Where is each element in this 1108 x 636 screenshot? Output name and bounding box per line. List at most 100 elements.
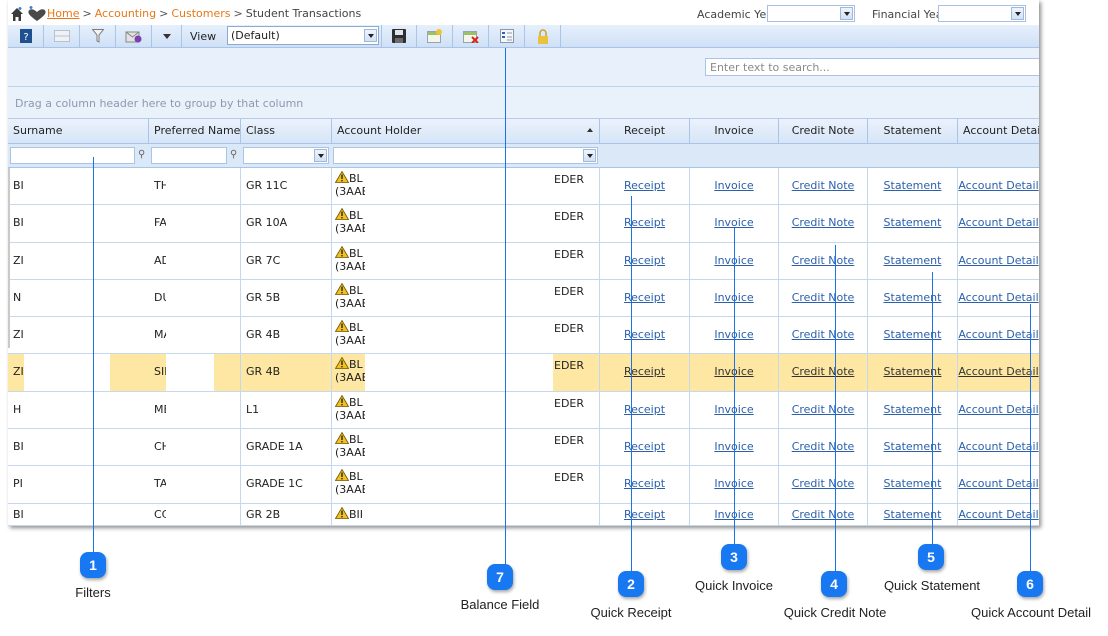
financial-year-select[interactable] — [938, 5, 1026, 22]
new-view-button[interactable] — [417, 25, 453, 47]
account-detail-link[interactable]: Account Detail — [958, 440, 1038, 453]
breadcrumb-separator: > — [159, 7, 169, 20]
credit-note-link[interactable]: Credit Note — [792, 179, 855, 192]
column-header-surname[interactable]: Surname — [8, 119, 149, 143]
callout-label-2: Quick Receipt — [590, 605, 672, 620]
credit-note-link[interactable]: Credit Note — [792, 403, 855, 416]
credit-note-link[interactable]: Credit Note — [792, 254, 855, 267]
account-detail-link[interactable]: Account Detail — [958, 508, 1038, 521]
preferred-name-filter-input[interactable] — [151, 147, 227, 164]
table-row[interactable]: BI FA GR 10A BL (3AAB EDER Receipt Invoice Credi… — [8, 205, 1039, 243]
redaction — [166, 354, 214, 391]
column-header-account-detail[interactable]: Account Detail — [958, 119, 1039, 143]
receipt-cell: Receipt — [600, 466, 690, 503]
receipt-cell: Receipt — [600, 429, 690, 465]
table-row[interactable]: BICCGR 2BBIIReceiptInvoiceCredit NoteSta… — [8, 504, 1039, 526]
email-button[interactable] — [116, 25, 152, 47]
credit-note-link[interactable]: Credit Note — [792, 365, 855, 378]
column-header-account-holder[interactable]: Account Holder — [332, 119, 600, 143]
group-by-panel[interactable]: Drag a column header here to group by th… — [8, 87, 1039, 119]
account-detail-link[interactable]: Account Detail — [958, 365, 1038, 378]
chevron-down-icon[interactable] — [583, 149, 596, 162]
table-row[interactable]: HMEL1BL(3AABEDERReceiptInvoiceCredit Not… — [8, 392, 1039, 429]
credit-note-cell: Credit Note — [779, 354, 868, 391]
redaction — [166, 466, 214, 503]
warning-icon — [335, 246, 349, 258]
lock-button[interactable] — [525, 25, 561, 47]
credit-note-link[interactable]: Credit Note — [792, 508, 855, 521]
table-row[interactable]: ZIMAGR 4BBL(3AABEDERReceiptInvoiceCredit… — [8, 317, 1039, 354]
view-select[interactable]: (Default) — [227, 26, 379, 45]
chevron-down-icon[interactable] — [840, 7, 853, 20]
save-view-button[interactable] — [381, 25, 417, 47]
credit-note-cell: Credit Note — [779, 429, 868, 465]
column-header-class[interactable]: Class — [241, 119, 332, 143]
account-detail-link[interactable]: Account Detail — [958, 477, 1038, 490]
chevron-down-icon[interactable] — [314, 149, 327, 162]
invoice-link[interactable]: Invoice — [714, 179, 753, 192]
column-header-invoice[interactable]: Invoice — [690, 119, 779, 143]
search-input[interactable]: Enter text to search... — [705, 58, 1039, 76]
table-row[interactable]: PITAGRADE 1CBL(3AABEDERReceiptInvoiceCre… — [8, 466, 1039, 504]
breadcrumb-customers[interactable]: Customers — [171, 7, 230, 20]
table-row[interactable]: ZIADGR 7CBL(3AABEDERReceiptInvoiceCredit… — [8, 243, 1039, 280]
column-chooser-button[interactable] — [489, 25, 525, 47]
help-button[interactable]: ? — [8, 25, 44, 47]
account-detail-link[interactable]: Account Detail — [958, 254, 1038, 267]
delete-view-button[interactable] — [453, 25, 489, 47]
receipt-cell: Receipt — [600, 392, 690, 428]
table-row[interactable]: BI TH GR 11C BL (3AAB EDER Receipt Invoice Credi… — [8, 168, 1039, 205]
breadcrumb-accounting[interactable]: Accounting — [95, 7, 156, 20]
table-row[interactable]: ZISIIGR 4BBL(3AABEDERReceiptInvoiceCredi… — [8, 354, 1039, 392]
callout-label-4: Quick Credit Note — [783, 605, 887, 620]
table-row[interactable]: NDUGR 5BBL(3AABEDERReceiptInvoiceCredit … — [8, 280, 1039, 317]
home-favorite-icon[interactable] — [10, 6, 46, 22]
layout-button[interactable] — [44, 25, 80, 47]
account-detail-link[interactable]: Account Detail — [958, 216, 1038, 229]
table-row[interactable]: BICHGRADE 1ABL(3AABEDERReceiptInvoiceCre… — [8, 429, 1039, 466]
chevron-down-icon[interactable] — [364, 29, 377, 42]
statement-link[interactable]: Statement — [884, 179, 942, 192]
statement-cell: Statement — [868, 466, 958, 503]
column-header-preferred-name[interactable]: Preferred Name — [149, 119, 241, 143]
scrollbar[interactable] — [8, 168, 10, 348]
column-header-statement[interactable]: Statement — [868, 119, 958, 143]
warning-icon — [335, 395, 349, 407]
breadcrumb-home[interactable]: Home — [47, 7, 79, 20]
column-header-receipt[interactable]: Receipt — [600, 119, 690, 143]
chevron-down-icon[interactable] — [1011, 7, 1024, 20]
balance-value: EDER — [554, 248, 585, 261]
account-detail-link[interactable]: Account Detail — [958, 403, 1038, 416]
column-header-credit-note[interactable]: Credit Note — [779, 119, 868, 143]
credit-note-link[interactable]: Credit Note — [792, 328, 855, 341]
delete-view-icon — [462, 31, 479, 43]
balance-value: EDER — [554, 471, 585, 484]
credit-note-link[interactable]: Credit Note — [792, 477, 855, 490]
academic-year-select[interactable] — [767, 5, 855, 22]
statement-link[interactable]: Statement — [884, 254, 942, 267]
credit-note-link[interactable]: Credit Note — [792, 291, 855, 304]
account-detail-link[interactable]: Account Detail — [958, 291, 1038, 304]
redaction — [24, 429, 110, 465]
filter-pin-icon[interactable]: ⚲ — [138, 149, 147, 161]
filter-pin-icon[interactable]: ⚲ — [230, 149, 239, 161]
account-detail-link[interactable]: Account Detail — [958, 179, 1038, 192]
column-header-account-holder-label: Account Holder — [337, 124, 422, 137]
receipt-cell: Receipt — [600, 243, 690, 279]
account-holder-name: BL — [349, 470, 363, 483]
email-dropdown-button[interactable] — [152, 25, 182, 47]
filter-button[interactable] — [80, 25, 116, 47]
class-cell: GR 2B — [241, 504, 332, 525]
account-holder-filter-select[interactable] — [333, 147, 598, 164]
statement-link[interactable]: Statement — [884, 216, 942, 229]
account-detail-cell: Account Detail — [958, 280, 1039, 316]
credit-note-link[interactable]: Credit Note — [792, 216, 855, 229]
credit-note-link[interactable]: Credit Note — [792, 440, 855, 453]
statement-cell: Statement — [868, 243, 958, 279]
account-detail-link[interactable]: Account Detail — [958, 328, 1038, 341]
class-filter-select[interactable] — [243, 147, 329, 164]
account-holder-name: BL — [349, 172, 363, 185]
callout-label-1: Filters — [75, 585, 111, 600]
receipt-link[interactable]: Receipt — [624, 179, 665, 192]
surname-filter-input[interactable] — [10, 147, 135, 164]
